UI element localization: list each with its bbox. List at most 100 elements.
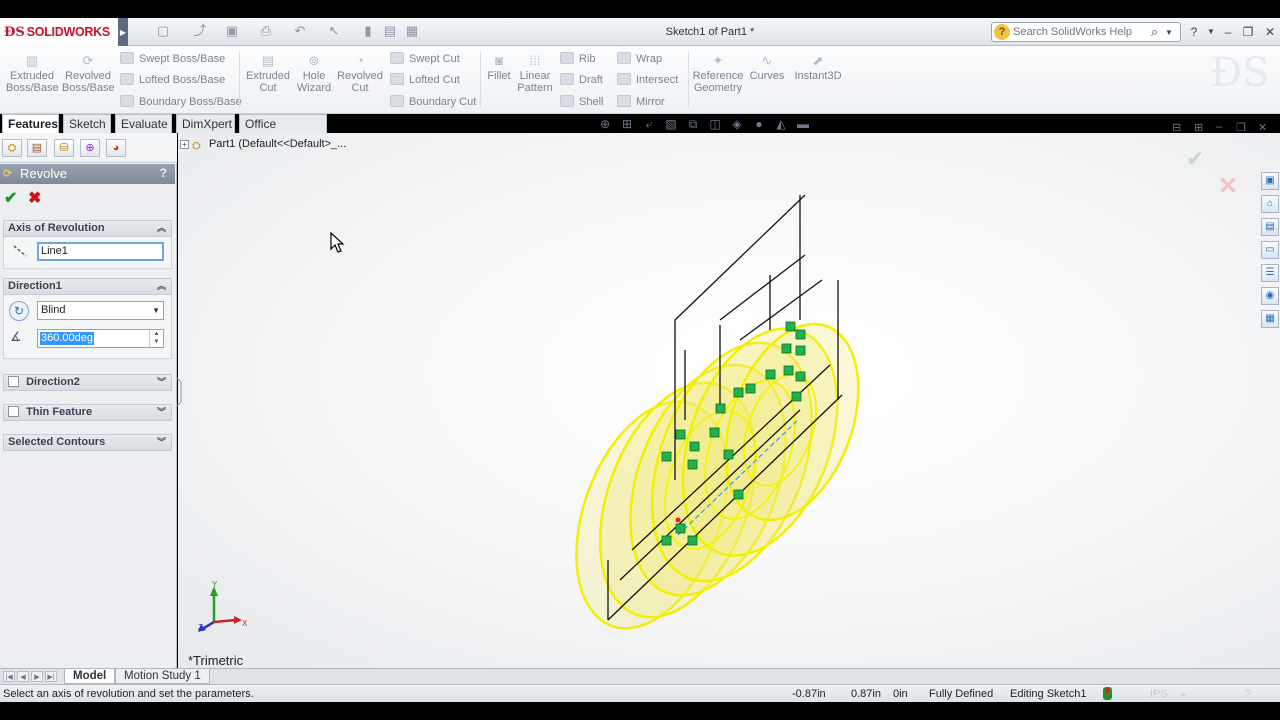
previous-view-icon[interactable]: ⤶ <box>640 116 658 132</box>
expand-icon[interactable]: + <box>180 140 189 149</box>
selected-contours-group[interactable]: Selected Contours ︾ <box>3 434 172 451</box>
appearances-icon[interactable]: ◉ <box>1261 287 1279 305</box>
folder-icon[interactable]: ▭ <box>1261 241 1279 259</box>
revolved-cut-button[interactable]: ◔ Revolved Cut <box>336 54 384 95</box>
revolved-boss-button[interactable]: ⟳ Revolved Boss/Base <box>62 54 115 95</box>
search-input[interactable] <box>1013 26 1151 38</box>
tab-features[interactable]: Features <box>2 114 59 133</box>
help-button[interactable]: ? <box>160 166 167 180</box>
hole-wizard-button[interactable]: ⊚ Hole Wizard <box>294 54 334 95</box>
tab-model[interactable]: Model <box>64 669 116 684</box>
confirm-corner-ok-icon[interactable]: ✔ <box>1186 146 1204 172</box>
tab-evaluate[interactable]: Evaluate <box>115 114 172 133</box>
panel-splitter-handle[interactable] <box>176 378 183 406</box>
boundary-boss-button[interactable]: Boundary Boss/Base <box>120 95 242 109</box>
tab-sketch[interactable]: Sketch <box>63 114 111 133</box>
fillet-button[interactable]: ◙ Fillet <box>484 54 514 83</box>
direction2-checkbox[interactable] <box>8 376 19 387</box>
options-icon[interactable]: ▦ <box>404 23 420 39</box>
new-document-icon[interactable]: ▢ <box>155 23 171 39</box>
file-explorer-icon[interactable]: ▤ <box>1261 218 1279 236</box>
reference-geometry-button[interactable]: ✦ Reference Geometry <box>692 54 744 95</box>
collapse-chevron-icon[interactable]: ︽ <box>157 221 166 236</box>
help-icon[interactable]: ? <box>1186 24 1202 40</box>
ok-button[interactable]: ✔ <box>4 188 17 208</box>
status-help-icon[interactable]: ? <box>1245 688 1251 700</box>
rebuild-icon[interactable]: ▮ <box>360 23 376 39</box>
linear-pattern-button[interactable]: ⁞⁞⁞ Linear Pattern <box>514 54 556 95</box>
quick-tips-icon[interactable]: ⌁ <box>1180 688 1187 701</box>
restore-icon[interactable]: ❐ <box>1240 24 1256 40</box>
tab-motion-study[interactable]: Motion Study 1 <box>115 669 210 684</box>
mirror-button[interactable]: Mirror <box>617 95 665 109</box>
revolve-preview-model[interactable] <box>560 180 890 640</box>
expand-chevron-icon[interactable]: ︾ <box>157 405 166 420</box>
lofted-cut-button[interactable]: Lofted Cut <box>390 73 460 87</box>
angle-input[interactable]: 360.00deg ▲ ▼ <box>37 329 164 348</box>
confirm-corner-cancel-icon[interactable]: ✕ <box>1218 172 1238 201</box>
zoom-to-area-icon[interactable]: ⊞ <box>618 116 636 132</box>
solidworks-logo[interactable]: ƉS SOLIDWORKS <box>0 18 118 46</box>
direction2-group[interactable]: Direction2 ︾ <box>3 374 172 391</box>
first-tab-arrow-icon[interactable]: |◀ <box>3 671 15 682</box>
design-library-icon[interactable]: ⌂ <box>1261 195 1279 213</box>
instant3d-button[interactable]: ⬈ Instant3D <box>792 54 844 83</box>
file-properties-icon[interactable]: ▤ <box>382 23 398 39</box>
configuration-manager-tab-icon[interactable]: ⛁ <box>54 139 74 157</box>
hide-show-items-icon[interactable]: ◈ <box>728 116 746 132</box>
search-dropdown-icon[interactable]: ▼ <box>1165 28 1175 37</box>
shell-button[interactable]: Shell <box>560 95 603 109</box>
section-view-icon[interactable]: ▧ <box>662 116 680 132</box>
expand-chevron-icon[interactable]: ︾ <box>157 435 166 450</box>
axis-selection-field[interactable]: Line1 <box>37 242 164 261</box>
help-search-box[interactable]: ? ⌕ ▼ <box>991 22 1181 42</box>
feature-manager-tab-icon[interactable]: ⛭ <box>2 139 22 157</box>
view-orientation-icon[interactable]: ⧉ <box>684 116 702 132</box>
prev-tab-arrow-icon[interactable]: ◀ <box>17 671 29 682</box>
zoom-to-fit-icon[interactable]: ⊕ <box>596 116 614 132</box>
swept-cut-button[interactable]: Swept Cut <box>390 52 460 66</box>
rib-button[interactable]: Rib <box>560 52 596 66</box>
reverse-direction-icon[interactable]: ↻ <box>9 301 29 321</box>
display-manager-tab-icon[interactable]: ◕ <box>106 139 126 157</box>
draft-button[interactable]: Draft <box>560 73 603 87</box>
select-icon[interactable]: ↖ <box>326 23 342 39</box>
custom-properties-icon[interactable]: ▦ <box>1261 310 1279 328</box>
view-settings-icon[interactable]: ▬ <box>794 116 812 132</box>
cancel-button[interactable]: ✖ <box>28 188 41 208</box>
next-tab-arrow-icon[interactable]: ▶ <box>31 671 43 682</box>
angle-spinner-icon[interactable]: ▲ ▼ <box>149 330 163 347</box>
rebuild-status-icon[interactable] <box>1103 687 1112 700</box>
expand-chevron-icon[interactable]: ︾ <box>157 375 166 390</box>
display-style-icon[interactable]: ◫ <box>706 116 724 132</box>
view-palette-icon[interactable]: ☰ <box>1261 264 1279 282</box>
undo-icon[interactable]: ↶ <box>292 23 308 39</box>
units-indicator-icon[interactable]: IPS <box>1150 688 1168 700</box>
boundary-cut-button[interactable]: Boundary Cut <box>390 95 476 109</box>
thin-feature-checkbox[interactable] <box>8 406 19 417</box>
menu-expand-arrow-icon[interactable]: ▶ <box>118 18 128 46</box>
intersect-button[interactable]: Intersect <box>617 73 678 87</box>
collapse-chevron-icon[interactable]: ︽ <box>157 279 166 294</box>
curves-button[interactable]: ∿ Curves <box>748 54 786 83</box>
help-dropdown-icon[interactable]: ▼ <box>1203 24 1219 40</box>
close-icon[interactable]: ✕ <box>1262 24 1278 40</box>
open-document-icon[interactable]: ⤴ <box>192 23 208 39</box>
magnifier-icon[interactable]: ⌕ <box>1151 24 1165 40</box>
edit-appearance-icon[interactable]: ● <box>750 116 768 132</box>
last-tab-arrow-icon[interactable]: ▶| <box>45 671 57 682</box>
tree-root-part[interactable]: Part1 (Default<<Default>_... <box>209 138 346 150</box>
print-icon[interactable]: ⎙ <box>258 23 274 39</box>
property-manager-tab-icon[interactable]: ▤ <box>27 139 47 157</box>
lofted-boss-button[interactable]: Lofted Boss/Base <box>120 73 225 87</box>
extruded-cut-button[interactable]: ▤ Extruded Cut <box>244 54 292 95</box>
tab-dimxpert[interactable]: DimXpert <box>176 114 235 133</box>
dimxpert-manager-tab-icon[interactable]: ⊕ <box>80 139 100 157</box>
wrap-button[interactable]: Wrap <box>617 52 662 66</box>
direction1-group[interactable]: Direction1 ︽ <box>3 278 172 295</box>
revolve-type-select[interactable]: Blind ▼ <box>37 301 164 320</box>
apply-scene-icon[interactable]: ◭ <box>772 116 790 132</box>
extruded-boss-button[interactable]: ▥ Extruded Boss/Base <box>6 54 59 95</box>
axis-of-revolution-group[interactable]: Axis of Revolution ︽ <box>3 220 172 237</box>
swept-boss-button[interactable]: Swept Boss/Base <box>120 52 225 66</box>
